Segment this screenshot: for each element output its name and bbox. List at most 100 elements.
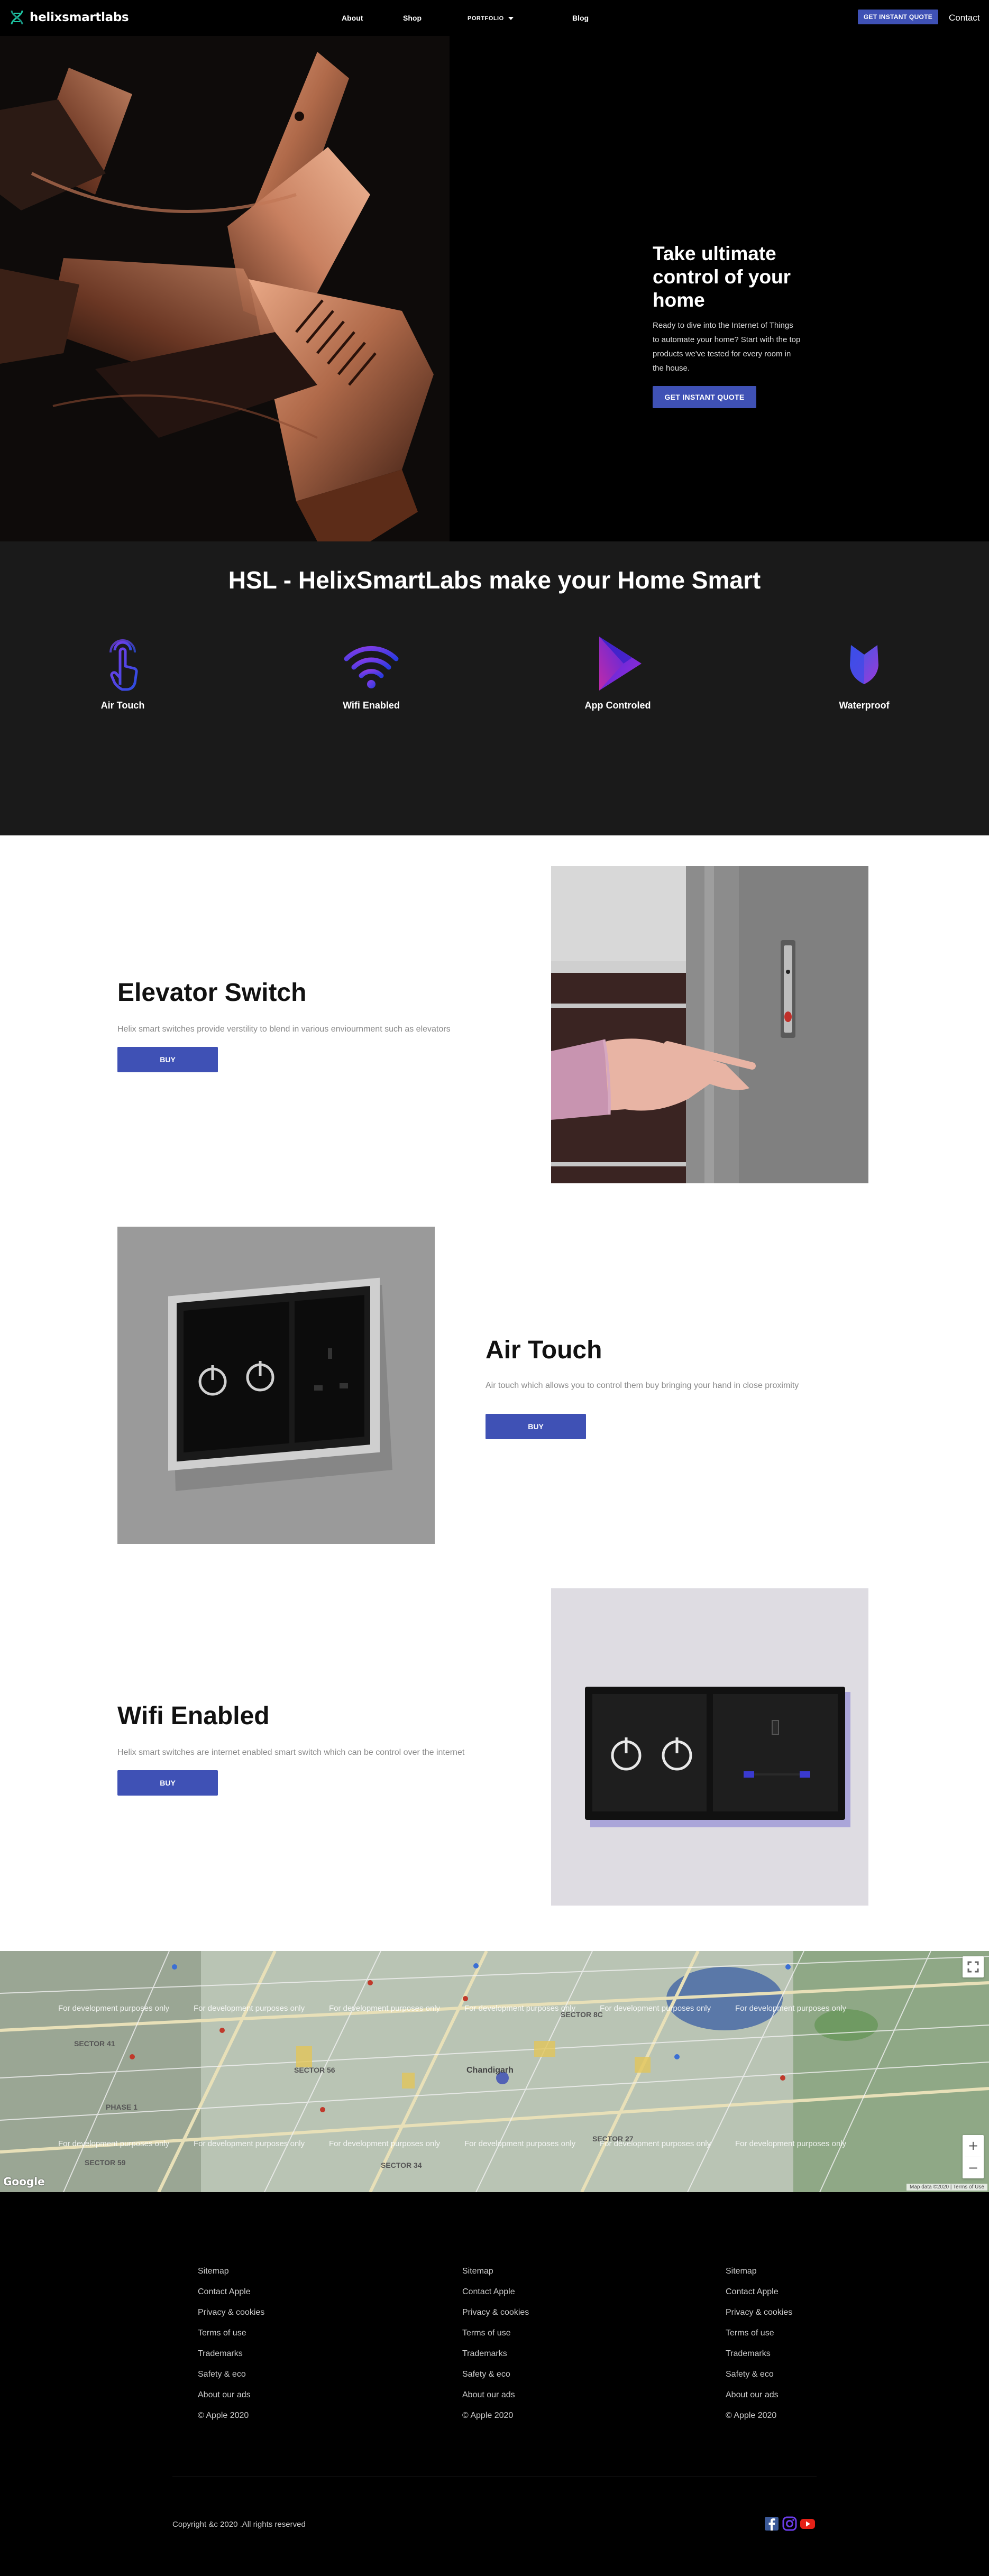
product-title-air-touch: Air Touch xyxy=(486,1336,602,1364)
nav-link-blog[interactable]: Blog xyxy=(572,14,589,22)
fullscreen-icon xyxy=(967,1961,979,1973)
product-title-wifi: Wifi Enabled xyxy=(117,1702,270,1730)
nav-link-shop[interactable]: Shop xyxy=(403,14,422,22)
footer-link-ads[interactable]: About our ads xyxy=(726,2390,792,2411)
footer-copyright: Copyright &c 2020 .All rights reserved xyxy=(172,2520,306,2529)
air-touch-switch-image xyxy=(117,1227,435,1544)
footer-link-terms[interactable]: Terms of use xyxy=(726,2328,792,2349)
feature-label: Wifi Enabled xyxy=(343,700,400,711)
map-watermark: For development purposes only xyxy=(735,2004,847,2013)
feature-app: App Controled xyxy=(554,634,681,711)
footer-link-sitemap[interactable]: Sitemap xyxy=(726,2266,792,2287)
map-label-phase-1: PHASE 1 xyxy=(106,2103,138,2111)
features-section: HSL - HelixSmartLabs make your Home Smar… xyxy=(0,541,989,835)
footer-link-trademarks[interactable]: Trademarks xyxy=(726,2349,792,2369)
product-image-air-touch xyxy=(117,1227,435,1544)
map-watermark: For development purposes only xyxy=(464,2139,576,2148)
features-title: HSL - HelixSmartLabs make your Home Smar… xyxy=(228,566,761,594)
nav-link-contact[interactable]: Contact xyxy=(949,13,980,23)
hero-title: Take ultimate control of your home xyxy=(653,243,791,311)
zoom-out-button[interactable]: − xyxy=(963,2157,984,2179)
youtube-icon[interactable] xyxy=(800,2516,816,2532)
footer-column-1: Sitemap Contact Apple Privacy & cookies … xyxy=(198,2266,264,2431)
wifi-switch-image xyxy=(551,1588,868,1906)
footer-link-privacy[interactable]: Privacy & cookies xyxy=(198,2307,264,2328)
feature-label: Waterproof xyxy=(839,700,890,711)
helix-logo-icon xyxy=(11,10,23,25)
map-watermark: For development purposes only xyxy=(735,2139,847,2148)
footer-link-privacy[interactable]: Privacy & cookies xyxy=(726,2307,792,2328)
shield-icon xyxy=(850,645,878,684)
map-label-sector-56: SECTOR 56 xyxy=(294,2066,335,2074)
instagram-icon[interactable] xyxy=(782,2516,798,2532)
copper-sculpture-image xyxy=(0,36,450,541)
touch-hand-icon xyxy=(109,639,138,691)
product-desc-air-touch: Air touch which allows you to control th… xyxy=(486,1381,799,1390)
map-embed[interactable]: SECTOR 41 SECTOR 8C SECTOR 27 PHASE 1 SE… xyxy=(0,1951,989,2192)
footer-link-safety[interactable]: Safety & eco xyxy=(462,2369,529,2390)
footer-link-sitemap[interactable]: Sitemap xyxy=(462,2266,529,2287)
footer-link-contact[interactable]: Contact Apple xyxy=(462,2287,529,2307)
footer-link-safety[interactable]: Safety & eco xyxy=(198,2369,264,2390)
footer-column-3: Sitemap Contact Apple Privacy & cookies … xyxy=(726,2266,792,2431)
zoom-in-button[interactable]: + xyxy=(963,2135,984,2157)
map-label-sector-34: SECTOR 34 xyxy=(381,2161,422,2169)
nav-quote-button[interactable]: GET INSTANT QUOTE xyxy=(858,10,938,24)
map-tiles: SECTOR 41 SECTOR 8C SECTOR 27 PHASE 1 SE… xyxy=(0,1951,989,2192)
product-image-elevator xyxy=(551,866,868,1183)
wifi-icon xyxy=(344,646,399,688)
footer-link-terms[interactable]: Terms of use xyxy=(462,2328,529,2349)
facebook-icon[interactable] xyxy=(764,2516,780,2532)
map-watermark: For development purposes only xyxy=(464,2004,576,2013)
footer-link-sitemap[interactable]: Sitemap xyxy=(198,2266,264,2287)
footer-link-ads[interactable]: About our ads xyxy=(198,2390,264,2411)
hero-text: Ready to dive into the Internet of Thing… xyxy=(653,321,801,373)
footer-copyright-apple: © Apple 2020 xyxy=(462,2411,514,2420)
brand[interactable]: helixsmartlabs xyxy=(10,8,129,26)
feature-wifi: Wifi Enabled xyxy=(308,634,435,711)
footer-link-terms[interactable]: Terms of use xyxy=(198,2328,264,2349)
map-watermark: For development purposes only xyxy=(600,2004,711,2013)
map-watermark: For development purposes only xyxy=(329,2139,441,2148)
hero-section: Take ultimate control of your home Ready… xyxy=(0,36,989,541)
product-desc-wifi: Helix smart switches are internet enable… xyxy=(117,1748,465,1757)
footer-link-safety[interactable]: Safety & eco xyxy=(726,2369,792,2390)
navbar: helixsmartlabs About Shop PORTFOLIO Blog… xyxy=(0,0,989,36)
map-watermark: For development purposes only xyxy=(58,2004,170,2013)
buy-button-elevator[interactable]: BUY xyxy=(117,1047,218,1072)
map-watermark: For development purposes only xyxy=(58,2139,170,2148)
footer: Sitemap Contact Apple Privacy & cookies … xyxy=(0,2192,989,2576)
nav-link-about[interactable]: About xyxy=(342,14,363,22)
map-terms-link[interactable]: Map data ©2020 | Terms of Use xyxy=(906,2184,987,2191)
caret-down-icon xyxy=(508,17,514,21)
footer-link-privacy[interactable]: Privacy & cookies xyxy=(462,2307,529,2328)
buy-button-wifi[interactable]: BUY xyxy=(117,1770,218,1796)
feature-label: Air Touch xyxy=(100,700,145,711)
feature-air-touch: Air Touch xyxy=(59,634,186,711)
footer-link-contact[interactable]: Contact Apple xyxy=(726,2287,792,2307)
nav-link-portfolio-label: PORTFOLIO xyxy=(468,15,504,22)
buy-button-air-touch[interactable]: BUY xyxy=(486,1414,586,1439)
product-title-elevator: Elevator Switch xyxy=(117,979,307,1007)
feature-label: App Controled xyxy=(584,700,651,711)
footer-link-ads[interactable]: About our ads xyxy=(462,2390,529,2411)
map-label-sector-41: SECTOR 41 xyxy=(74,2039,115,2048)
footer-copyright-apple: © Apple 2020 xyxy=(726,2411,777,2420)
footer-link-contact[interactable]: Contact Apple xyxy=(198,2287,264,2307)
map-zoom-controls: + − xyxy=(963,2135,984,2178)
hero-quote-button[interactable]: GET INSTANT QUOTE xyxy=(653,386,756,408)
hero-image xyxy=(0,36,450,541)
product-image-wifi xyxy=(551,1588,868,1906)
map-label-sector-59: SECTOR 59 xyxy=(85,2158,126,2167)
footer-link-trademarks[interactable]: Trademarks xyxy=(462,2349,529,2369)
map-fullscreen-button[interactable] xyxy=(963,1956,984,1977)
nav-dropdown-portfolio[interactable]: PORTFOLIO xyxy=(468,15,514,22)
footer-link-trademarks[interactable]: Trademarks xyxy=(198,2349,264,2369)
elevator-switch-image xyxy=(551,866,868,1183)
map-watermark: For development purposes only xyxy=(194,2139,305,2148)
footer-copyright-apple: © Apple 2020 xyxy=(198,2411,249,2420)
map-watermark: For development purposes only xyxy=(600,2139,711,2148)
map-watermark: For development purposes only xyxy=(329,2004,441,2013)
footer-column-2: Sitemap Contact Apple Privacy & cookies … xyxy=(462,2266,529,2431)
brand-name: helixsmartlabs xyxy=(30,11,129,24)
